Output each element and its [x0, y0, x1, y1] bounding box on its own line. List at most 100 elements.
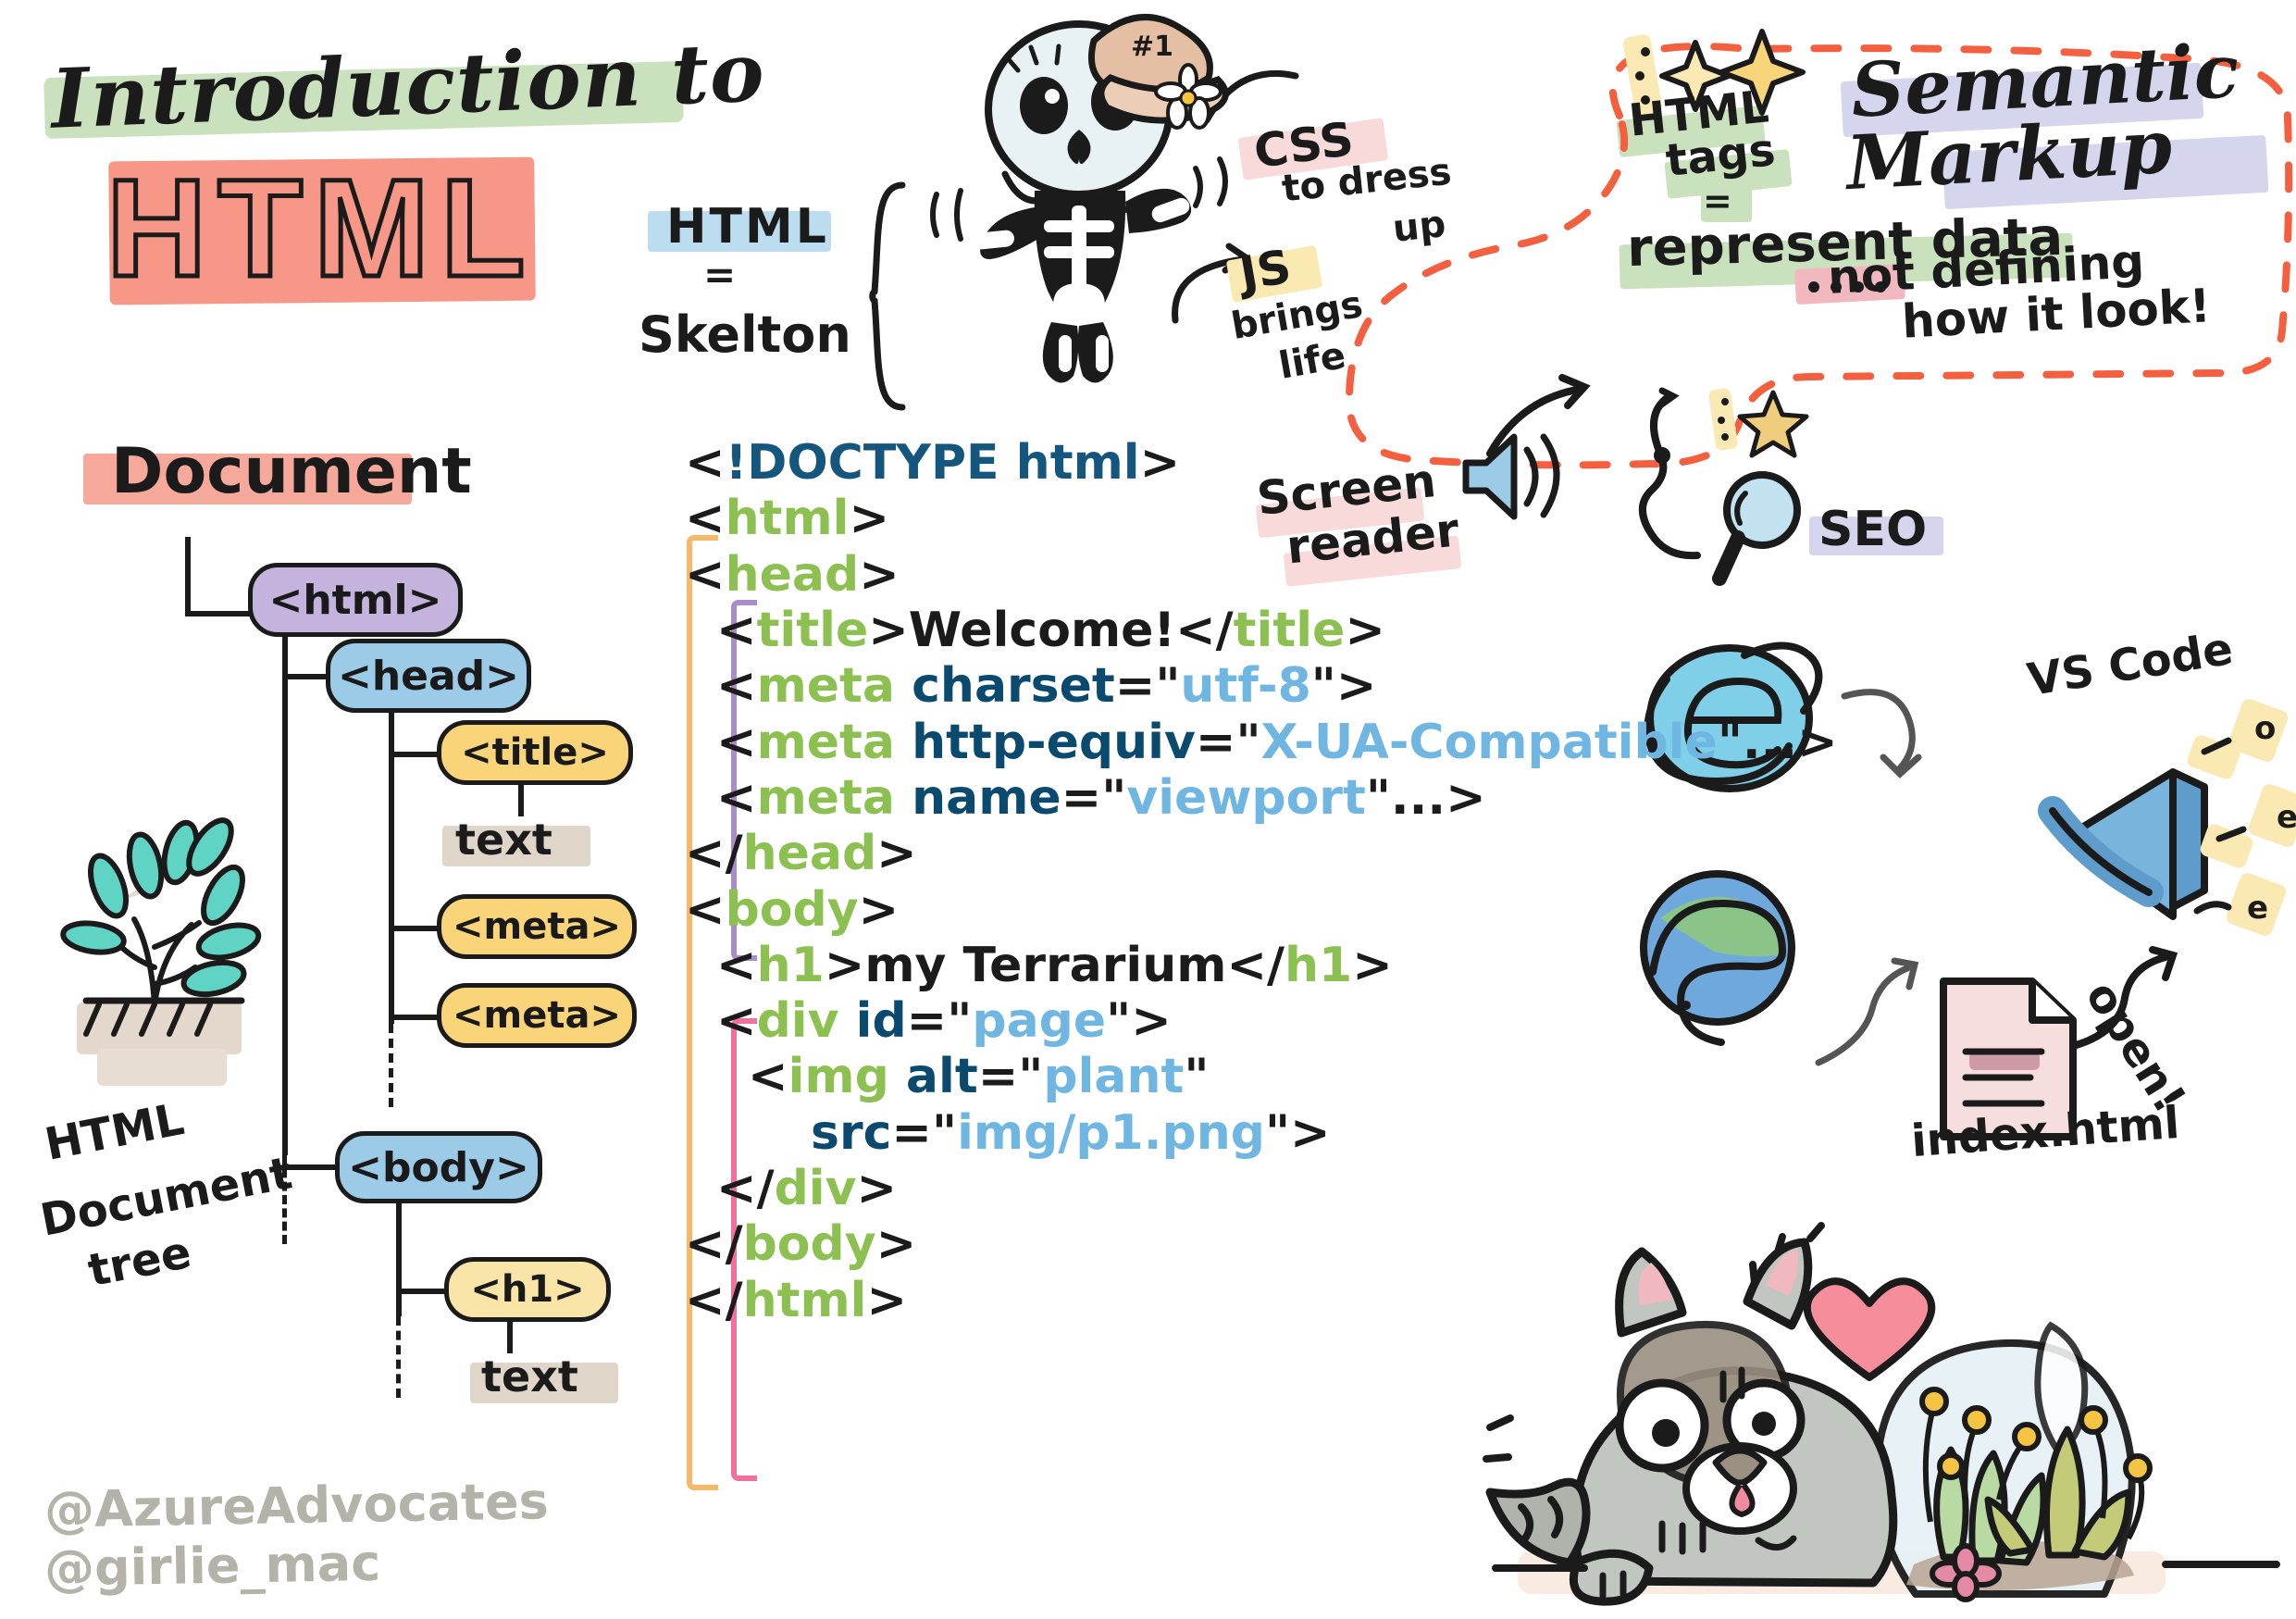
code-token-pun: <: [716, 769, 757, 826]
semantic-heading-line2: Markup: [1843, 102, 2175, 207]
tree-node-meta-1[interactable]: <meta>: [437, 894, 637, 959]
tree-spine-body: [396, 1203, 402, 1316]
html-equals-label: HTML: [666, 199, 829, 255]
hat-number-text: #1: [1131, 31, 1173, 63]
code-token-pun: <: [685, 435, 726, 491]
tree-connector: [389, 1015, 439, 1020]
code-token-pun: >: [1352, 937, 1393, 993]
code-line: <img alt="plant": [685, 1049, 1838, 1104]
code-token-pun: ">: [1106, 993, 1172, 1050]
tree-node-html[interactable]: <html>: [248, 563, 463, 637]
code-line: <title>Welcome!</title>: [685, 603, 1838, 658]
code-token-pun: </: [685, 826, 743, 882]
code-token-pun: >: [858, 881, 900, 938]
code-token-tag: h1: [756, 937, 825, 993]
code-token-doc: !DOCTYPE html: [725, 435, 1140, 491]
code-token-pun: >: [856, 1161, 898, 1217]
tree-connector: [396, 1289, 446, 1294]
code-token-pun: ">: [1310, 658, 1377, 715]
code-token-pun: </: [685, 1272, 743, 1328]
tree-spine-head: [389, 713, 394, 1024]
page-title-line2: HTML: [105, 148, 537, 308]
code-line: <body>: [685, 882, 1838, 938]
credit-line1: @AzureAdvocates: [43, 1472, 550, 1539]
plant-tree-illustration: [60, 817, 262, 1086]
vscode-label: VS Code: [2023, 622, 2237, 707]
code-line: <meta http-equiv="X-UA-Compatible"...>: [685, 715, 1838, 770]
code-line: <head>: [685, 547, 1838, 603]
skeleton-mascot-illustration: #1: [930, 14, 1229, 383]
code-token-pun: <: [716, 993, 757, 1050]
tree-connector: [389, 752, 439, 757]
code-token-pun: =": [1114, 658, 1181, 715]
code-token-pun: <: [716, 658, 757, 715]
code-line: </body>: [685, 1216, 1838, 1272]
code-listing: <!DOCTYPE html> <html> <head> <title>Welcom…: [685, 435, 1838, 1328]
code-line: <meta name="viewport"...>: [685, 770, 1838, 826]
code-token-pun: =": [891, 1104, 958, 1161]
code-token-tag: title: [756, 602, 869, 658]
tree-node-body[interactable]: <body>: [335, 1131, 542, 1203]
tree-caption-line3: tree: [83, 1226, 196, 1298]
svg-text:o: o: [2254, 710, 2276, 747]
code-token-pun: >: [849, 491, 890, 547]
dots-underline: [1808, 281, 1886, 293]
code-token-pun: Welcome!: [908, 602, 1176, 658]
code-line: <meta charset="utf-8">: [685, 658, 1838, 714]
code-line: src="img/p1.png">: [685, 1105, 1838, 1161]
tree-node-head[interactable]: <head>: [326, 639, 531, 713]
code-token-tag: body: [742, 1216, 876, 1273]
tree-caption-line1: HTML: [41, 1093, 189, 1171]
code-token-pun: ": [1184, 1049, 1210, 1105]
ie-to-next-arrow: [1841, 689, 1922, 778]
code-token-val: page: [972, 993, 1107, 1050]
code-line: <!DOCTYPE html>: [685, 435, 1838, 491]
page-title-line1: Introduction to: [49, 23, 767, 147]
tree-connector: [518, 785, 524, 816]
code-token-attr: alt: [905, 1049, 978, 1105]
code-token-tag: meta: [756, 658, 912, 715]
credit-line2: @girlie_mac: [43, 1533, 381, 1599]
code-token-tag: div: [774, 1161, 857, 1217]
tree-connector: [507, 1322, 513, 1353]
tree-connector: [282, 674, 329, 679]
tree-node-meta-2[interactable]: <meta>: [437, 983, 637, 1048]
code-line: </head>: [685, 826, 1838, 881]
code-token-pun: <: [685, 546, 726, 603]
code-token-val: img/p1.png: [957, 1104, 1265, 1161]
code-token-pun: "...>: [1717, 714, 1838, 770]
code-token-pun: >: [875, 1216, 917, 1273]
js-label: JS: [1235, 239, 1296, 302]
code-token-pun: >: [876, 826, 917, 882]
vscode-sparkles: o e e: [2187, 699, 2296, 936]
code-token-pun: </: [685, 1216, 743, 1273]
tree-node-h1[interactable]: <h1>: [444, 1257, 611, 1322]
code-token-tag: head: [725, 546, 860, 603]
code-token-val: X-UA-Compatible: [1260, 714, 1718, 770]
code-token-pun: </: [1175, 602, 1234, 658]
tree-node-text-h1: text: [481, 1351, 578, 1401]
code-token-attr: charset: [912, 658, 1115, 715]
code-token-pun: "...>: [1365, 769, 1486, 826]
tree-connector: [389, 926, 439, 931]
tree-node-title[interactable]: <title>: [437, 720, 633, 785]
code-token-tag: img: [788, 1049, 906, 1105]
code-token-tag: div: [756, 993, 856, 1050]
code-token-pun: my Terrarium: [864, 937, 1227, 993]
code-token-tag: title: [1233, 602, 1346, 658]
code-token-pun: >: [868, 602, 909, 658]
code-token-tag: body: [725, 881, 859, 938]
document-heading: Document: [111, 435, 472, 508]
code-token-pun: =": [977, 1049, 1044, 1105]
tree-spine-body-dashed: [396, 1316, 401, 1398]
code-line: </div>: [685, 1161, 1838, 1216]
tree-connector: [185, 537, 191, 616]
code-token-pun: >: [866, 1272, 908, 1328]
skeleton-label: Skelton: [639, 305, 851, 364]
code-token-pun: =": [1195, 714, 1261, 770]
tree-connector: [185, 611, 252, 616]
code-token-attr: http-equiv: [912, 714, 1196, 770]
code-token-val: utf-8: [1180, 658, 1311, 715]
code-token-tag: meta: [756, 769, 912, 826]
code-token-val: plant: [1043, 1049, 1185, 1105]
